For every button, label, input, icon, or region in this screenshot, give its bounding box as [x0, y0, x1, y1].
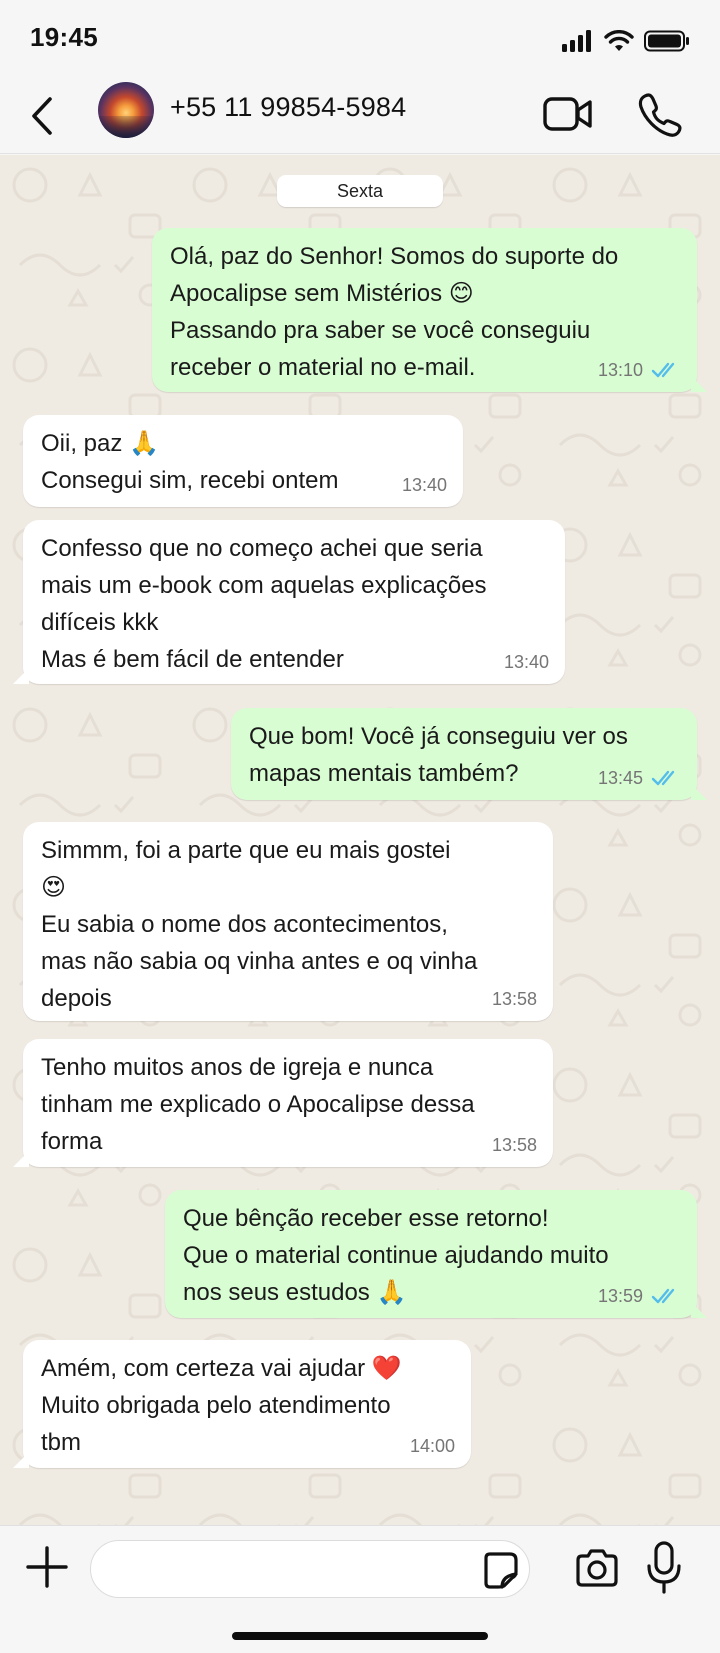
message-time: 13:45 [597, 768, 643, 788]
double-check-icon [651, 770, 675, 786]
camera-icon [576, 1549, 618, 1587]
message-incoming[interactable]: Tenho muitos anos de igreja e nunca tinh… [13, 1039, 553, 1167]
home-indicator [232, 1632, 488, 1640]
message-time: 13:59 [597, 1286, 643, 1306]
video-call-button[interactable] [542, 92, 594, 136]
message-text: Amém, com certeza vai ajudar ❤️ Muito ob… [41, 1355, 402, 1456]
message-time: 13:40 [401, 475, 447, 495]
microphone-icon [647, 1541, 681, 1594]
plus-icon [26, 1546, 68, 1588]
sticker-icon [484, 1552, 518, 1589]
phone-icon [638, 93, 682, 137]
double-check-icon [651, 362, 675, 378]
wifi-icon [604, 30, 634, 51]
voice-call-button[interactable] [636, 90, 684, 138]
message-time: 13:58 [491, 1135, 537, 1155]
message-outgoing[interactable]: Que bom! Você já conseguiu ver os mapas … [231, 708, 707, 800]
date-separator: Sexta [277, 175, 443, 207]
message-incoming[interactable]: Oii, paz 🙏 Consegui sim, recebi ontem 13… [23, 415, 463, 507]
message-incoming[interactable]: Amém, com certeza vai ajudar ❤️ Muito ob… [13, 1340, 471, 1468]
message-time: 13:58 [491, 989, 537, 1009]
message-text: Oii, paz 🙏 Consegui sim, recebi ontem [41, 430, 339, 494]
double-check-icon [651, 1288, 675, 1304]
message-incoming[interactable]: Confesso que no começo achei que seria m… [13, 520, 565, 684]
message-outgoing[interactable]: Que bênção receber esse retorno! Que o m… [165, 1190, 707, 1318]
message-meta: 13:10 [598, 360, 681, 380]
chat-area[interactable]: Sexta Olá, paz do Senhor! Somos do supor… [0, 155, 720, 1525]
message-text: Confesso que no começo achei que seria m… [41, 535, 487, 673]
contact-avatar[interactable] [98, 82, 154, 138]
message-incoming[interactable]: Simmm, foi a parte que eu mais gostei 😍 … [23, 822, 553, 1021]
chevron-left-icon [32, 97, 52, 135]
message-meta: 13:40 [402, 475, 447, 495]
status-time: 19:45 [30, 22, 98, 52]
video-camera-icon [543, 97, 592, 131]
message-meta: 14:00 [410, 1436, 455, 1456]
status-icons [562, 30, 690, 52]
message-time: 13:40 [503, 652, 549, 672]
signal-icon [562, 30, 591, 52]
message-input-wrapper [90, 1540, 530, 1598]
battery-icon [644, 30, 689, 52]
contact-name[interactable]: +55 11 99854-5984 [170, 92, 406, 123]
message-outgoing[interactable]: Olá, paz do Senhor! Somos do suporte do … [152, 228, 707, 392]
message-meta: 13:58 [492, 989, 537, 1009]
message-input[interactable] [111, 1541, 471, 1597]
message-meta: 13:59 [598, 1286, 681, 1306]
sticker-button[interactable] [480, 1550, 520, 1590]
back-button[interactable] [18, 90, 66, 142]
message-meta: 13:40 [504, 652, 549, 672]
status-bar: 19:45 [0, 0, 720, 78]
attach-button[interactable] [24, 1544, 70, 1590]
message-time: 13:10 [597, 360, 643, 380]
message-text: Tenho muitos anos de igreja e nunca tinh… [41, 1054, 475, 1155]
voice-message-button[interactable] [644, 1540, 684, 1596]
camera-button[interactable] [574, 1546, 620, 1590]
message-meta: 13:45 [598, 768, 681, 788]
message-text: Simmm, foi a parte que eu mais gostei 😍 … [41, 837, 478, 1012]
message-time: 14:00 [409, 1436, 455, 1456]
message-meta: 13:58 [492, 1135, 537, 1155]
chat-header: +55 11 99854-5984 [0, 78, 720, 154]
